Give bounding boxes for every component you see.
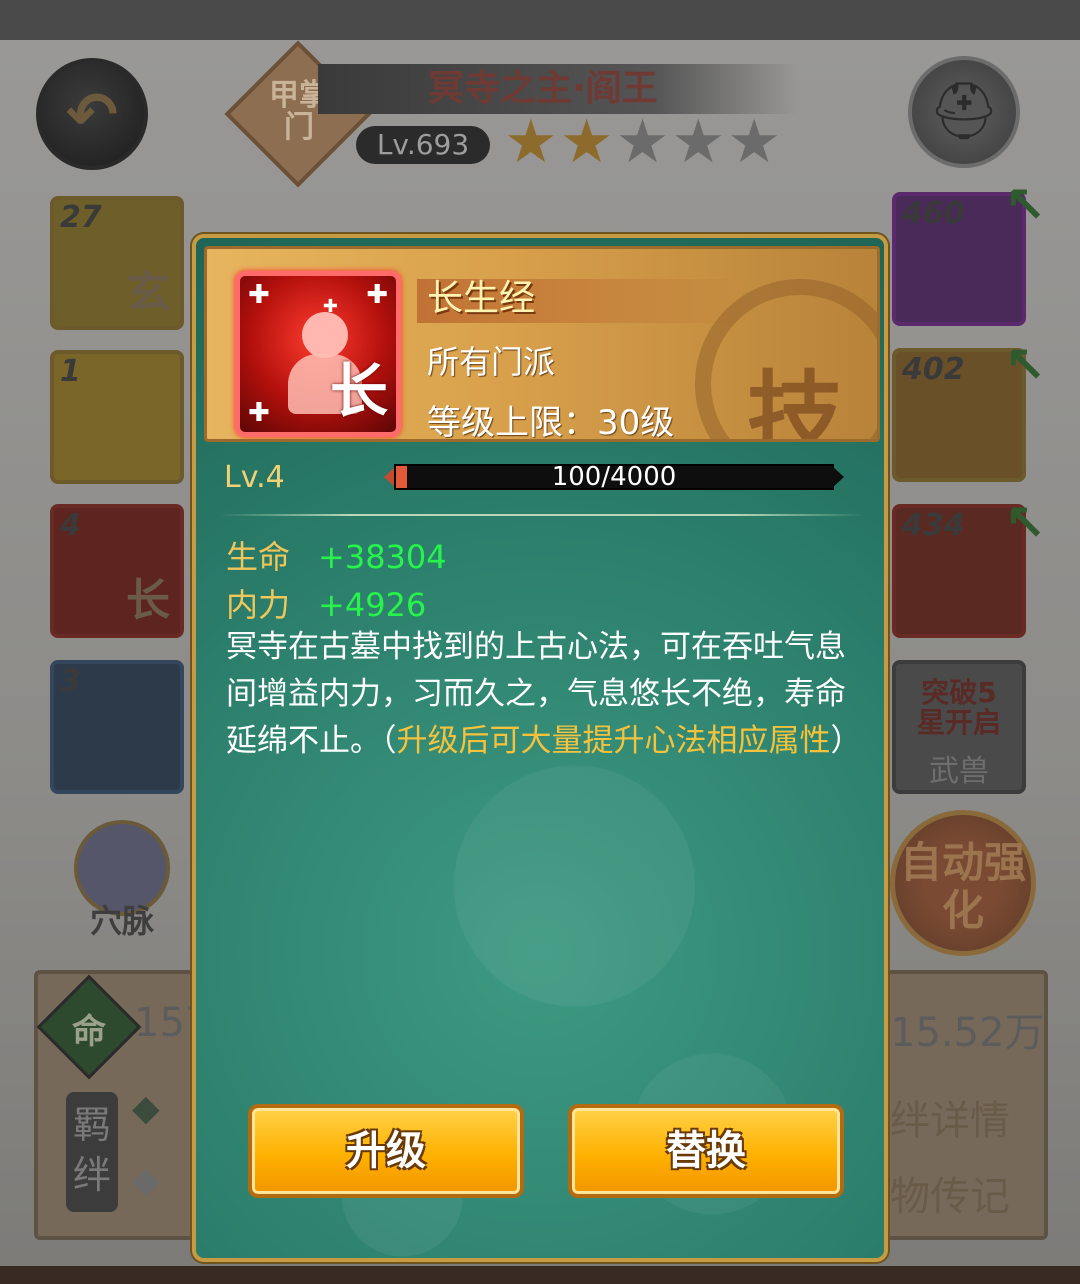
equipment-count: 1 bbox=[60, 354, 81, 389]
skill-level: Lv.4 bbox=[224, 460, 285, 495]
equipment-slot-3[interactable]: 4 长 bbox=[50, 504, 184, 638]
meridian-label: 穴脉 bbox=[89, 902, 154, 940]
skill-school: 所有门派 bbox=[427, 343, 556, 381]
locked-slot-line1: 突破5 bbox=[921, 676, 997, 709]
meridian-button[interactable]: 穴脉 bbox=[62, 820, 182, 950]
sparkle-icon: ✚ bbox=[248, 280, 270, 310]
upgrade-arrow-icon: ↖ bbox=[1004, 176, 1046, 234]
bond-bullet-icon: ◆ bbox=[132, 1160, 160, 1201]
attribute-row: 生命 +38304 bbox=[226, 532, 447, 578]
equipment-count: 460 bbox=[902, 196, 965, 231]
biography-link[interactable]: 物传记 bbox=[890, 1164, 1010, 1222]
skill-icon-glyph: 长 bbox=[329, 357, 388, 425]
equipment-glyph: 长 bbox=[126, 575, 170, 626]
skill-icon: ✚ ✚ ✚ ✚ 长 bbox=[235, 271, 401, 437]
auto-strengthen-button[interactable]: 自动强化 bbox=[890, 810, 1036, 956]
sparkle-icon: ✚ bbox=[248, 398, 270, 428]
star-empty-icon: ★ bbox=[671, 107, 726, 177]
equipment-count: 434 bbox=[902, 508, 965, 543]
skill-header: 技 ✚ ✚ ✚ ✚ 长 长生经 所有门派 等级上限：30级 bbox=[204, 246, 880, 442]
equipment-slot-2[interactable]: 1 bbox=[50, 350, 184, 484]
skill-description: 冥寺在古墓中找到的上古心法，可在吞吐气息间增益内力，习而久之，气息悠长不绝，寿命… bbox=[226, 624, 866, 765]
status-bar bbox=[0, 0, 1080, 40]
star-empty-icon: ★ bbox=[727, 107, 781, 177]
description-highlight: 升级后可大量提升心法相应属性 bbox=[396, 723, 831, 759]
upgrade-arrow-icon: ↖ bbox=[1004, 336, 1046, 394]
bond-bullet-icon: ◆ bbox=[132, 1088, 160, 1129]
equipment-slot-4[interactable]: 3 bbox=[50, 660, 184, 794]
upgrade-arrow-icon: ↖ bbox=[1004, 494, 1046, 552]
attribute-value: +4926 bbox=[318, 586, 427, 624]
star-filled-icon: ★ bbox=[504, 107, 558, 177]
equipment-count: 4 bbox=[60, 508, 81, 543]
bond-details-link[interactable]: 绊详情 bbox=[890, 1088, 1010, 1146]
equipment-count: 3 bbox=[60, 664, 81, 699]
attribute-value: +38304 bbox=[318, 538, 447, 576]
star-empty-icon: ★ bbox=[615, 107, 670, 177]
star-rating: ★ ★ ★ ★ ★ bbox=[504, 112, 781, 172]
skill-detail-dialog: 技 ✚ ✚ ✚ ✚ 长 长生经 所有门派 等级上限：30级 Lv.4 100/4… bbox=[192, 234, 888, 1262]
attribute-label: 内力 bbox=[226, 586, 291, 624]
equipment-count: 27 bbox=[60, 200, 102, 235]
replace-button[interactable]: 替换 bbox=[568, 1104, 844, 1198]
locked-slot-label: 武兽 bbox=[929, 754, 989, 789]
xp-progress-bar: 100/4000 bbox=[384, 462, 844, 492]
attribute-row: 内力 +4926 bbox=[226, 580, 426, 626]
back-arrow-icon: ↶ bbox=[66, 77, 118, 151]
sparkle-icon: ✚ bbox=[366, 280, 388, 310]
upgrade-button[interactable]: 升级 bbox=[248, 1104, 524, 1198]
hero-level: Lv.693 bbox=[356, 126, 490, 164]
skill-name: 长生经 bbox=[427, 278, 536, 319]
star-filled-icon: ★ bbox=[559, 107, 614, 177]
bond-tag: 羁绊 bbox=[66, 1092, 118, 1212]
description-end: ） bbox=[830, 723, 862, 759]
equipment-slot-1[interactable]: 27 玄 bbox=[50, 196, 184, 330]
xp-text: 100/4000 bbox=[551, 462, 677, 492]
attribute-label: 生命 bbox=[226, 538, 291, 576]
equipment-count: 402 bbox=[902, 352, 965, 387]
skill-level-limit: 等级上限：30级 bbox=[427, 403, 675, 442]
hero-name: 冥寺之主·阎王 bbox=[318, 64, 798, 114]
skill-stamp-glyph: 技 bbox=[747, 361, 843, 442]
locked-beast-slot[interactable]: 突破5 星开启 武兽 bbox=[892, 660, 1026, 794]
equipment-glyph: 玄 bbox=[126, 267, 170, 318]
bottom-nav-strip bbox=[0, 1266, 1080, 1284]
power-value: 15.52万 bbox=[890, 1010, 1045, 1056]
locked-slot-line2: 星开启 bbox=[916, 706, 1001, 739]
life-icon-text: 命 bbox=[72, 1012, 106, 1052]
helmet-icon[interactable]: ⛑ bbox=[908, 56, 1020, 168]
back-button[interactable]: ↶ bbox=[36, 58, 148, 170]
divider bbox=[220, 514, 864, 516]
